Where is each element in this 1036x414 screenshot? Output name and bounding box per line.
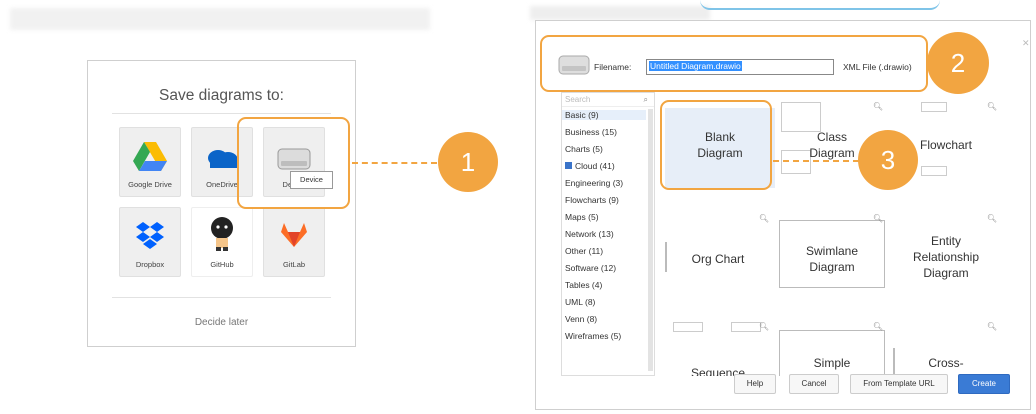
template-title: Diagram <box>923 266 969 280</box>
create-button[interactable]: Create <box>958 374 1010 394</box>
template-title: Org Chart <box>691 252 745 266</box>
template-preview <box>781 102 821 132</box>
zoom-icon: 🔍︎ <box>986 102 997 111</box>
option-label: Dropbox <box>135 260 165 269</box>
zoom-icon: 🔍︎ <box>872 214 883 223</box>
dropbox-option[interactable]: Dropbox <box>119 207 181 277</box>
template-title: Cross- <box>928 356 964 370</box>
category-item-cloud[interactable]: Cloud (41) <box>565 161 615 171</box>
cloud-category-icon <box>565 162 572 169</box>
category-item-tables[interactable]: Tables (4) <box>565 280 602 290</box>
help-button[interactable]: Help <box>734 374 776 394</box>
google-drive-option[interactable]: Google Drive <box>119 127 181 197</box>
category-item-other[interactable]: Other (11) <box>565 246 603 256</box>
gitlab-option[interactable]: GitLab <box>263 207 325 277</box>
blurred-top-accent <box>700 0 940 10</box>
blurred-header-right <box>530 6 710 20</box>
template-title: Simple <box>813 356 851 370</box>
template-swimlane-diagram[interactable]: 🔍︎ Swimlane Diagram <box>777 212 887 292</box>
dropbox-icon <box>135 220 165 255</box>
category-scrollbar[interactable] <box>648 109 653 371</box>
category-item-uml[interactable]: UML (8) <box>565 297 595 307</box>
template-entity-relationship-diagram[interactable]: 🔍︎ Entity Relationship Diagram <box>891 212 1001 292</box>
category-item-maps[interactable]: Maps (5) <box>565 212 599 222</box>
highlight-blank-diagram <box>660 100 772 190</box>
template-title: Diagram <box>809 260 855 274</box>
category-label: Cloud (41) <box>575 161 615 171</box>
zoom-icon: 🔍︎ <box>758 214 769 223</box>
option-label: GitLab <box>282 260 306 269</box>
divider <box>112 297 331 298</box>
divider <box>112 113 331 114</box>
zoom-icon: 🔍︎ <box>986 214 997 223</box>
highlight-filename-row <box>540 35 928 92</box>
category-item-flowcharts[interactable]: Flowcharts (9) <box>565 195 619 205</box>
category-item-wireframes[interactable]: Wireframes (5) <box>565 331 621 341</box>
callout-badge-2: 2 <box>927 32 989 94</box>
template-preview <box>673 322 703 332</box>
template-preview <box>921 166 947 176</box>
gitlab-icon <box>280 222 308 253</box>
zoom-icon: 🔍︎ <box>872 322 883 331</box>
category-item-charts[interactable]: Charts (5) <box>565 144 603 154</box>
callout-badge-1: 1 <box>438 132 498 192</box>
category-item-software[interactable]: Software (12) <box>565 263 616 273</box>
onedrive-icon <box>204 146 240 175</box>
template-title: Entity <box>930 234 961 248</box>
callout-badge-3: 3 <box>858 130 918 190</box>
search-icon: ⌕ <box>643 95 648 104</box>
highlight-device-option <box>237 117 350 209</box>
category-item-venn[interactable]: Venn (8) <box>565 314 597 324</box>
template-preview <box>731 322 761 332</box>
option-label: Google Drive <box>128 180 172 189</box>
template-simple[interactable]: 🔍︎ Simple <box>777 320 887 376</box>
category-item-basic[interactable]: Basic (9) <box>562 110 646 120</box>
template-title: Swimlane <box>805 244 859 258</box>
category-list[interactable]: Search ⌕ Basic (9) Business (15) Charts … <box>561 92 655 376</box>
close-icon[interactable]: ✕ <box>1022 38 1030 49</box>
template-org-chart[interactable]: 🔍︎ Org Chart <box>663 212 773 292</box>
zoom-icon: 🔍︎ <box>758 322 769 331</box>
from-template-url-button[interactable]: From Template URL <box>850 374 948 394</box>
connector-line <box>773 160 859 162</box>
template-cross-functional[interactable]: 🔍︎ Cross- <box>891 320 1001 376</box>
category-item-engineering[interactable]: Engineering (3) <box>565 178 623 188</box>
zoom-icon: 🔍︎ <box>872 102 883 111</box>
option-label: GitHub <box>210 260 234 269</box>
decide-later-link[interactable]: Decide later <box>88 317 355 328</box>
cancel-button[interactable]: Cancel <box>789 374 839 394</box>
template-preview <box>921 102 947 112</box>
github-icon <box>207 216 237 257</box>
google-drive-icon <box>133 142 167 177</box>
save-dialog-title: Save diagrams to: <box>159 87 284 104</box>
category-item-business[interactable]: Business (15) <box>565 127 617 137</box>
zoom-icon: 🔍︎ <box>986 322 997 331</box>
connector-line <box>352 162 437 164</box>
template-sequence[interactable]: 🔍︎ Sequence <box>663 320 773 376</box>
category-search-input[interactable]: Search <box>562 93 654 107</box>
category-item-network[interactable]: Network (13) <box>565 229 614 239</box>
template-title: Relationship <box>912 250 980 264</box>
github-option[interactable]: GitHub <box>191 207 253 277</box>
blurred-header-left <box>10 8 430 30</box>
